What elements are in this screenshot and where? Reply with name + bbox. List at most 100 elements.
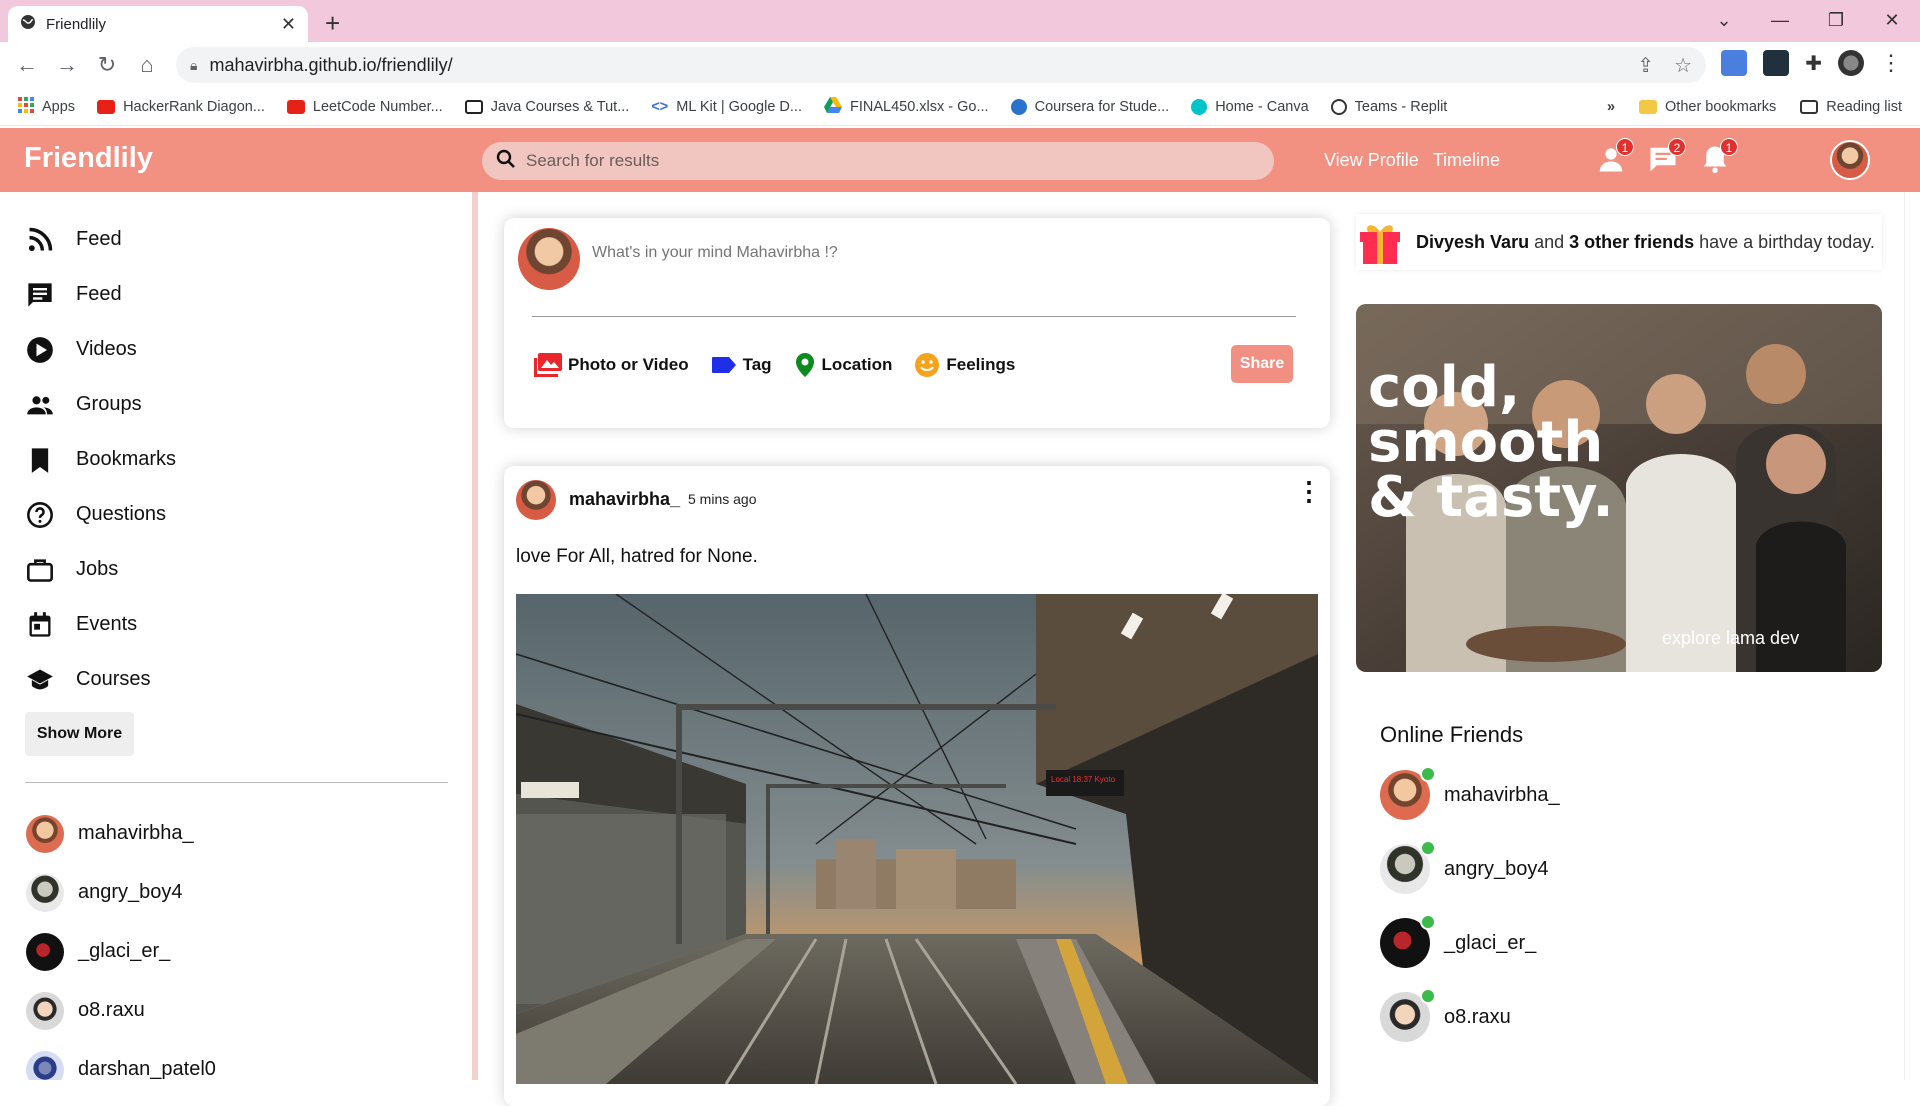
rss-icon	[28, 227, 53, 251]
forward-button[interactable]: →	[52, 50, 82, 80]
translate-extension-icon[interactable]	[1721, 50, 1748, 76]
friend-item[interactable]: darshan_patel0	[26, 1040, 216, 1080]
sidebar-item-feed[interactable]: Feed	[26, 212, 176, 267]
sidebar-item-label: Courses	[76, 668, 151, 690]
close-tab-icon[interactable]: ✕	[281, 14, 296, 35]
share-options: Photo or Video Tag Location Feelings	[534, 352, 1015, 378]
sidebar-item-courses[interactable]: Courses	[26, 652, 176, 707]
bookmark-hackerrank[interactable]: HackerRank Diagon...	[97, 99, 265, 115]
tag-option[interactable]: Tag	[711, 355, 772, 375]
online-friend-item[interactable]: _glaci_er_	[1380, 906, 1560, 980]
bookmark-canva[interactable]: Home - Canva	[1191, 98, 1309, 115]
avatar	[26, 1050, 64, 1080]
sidebar-item-chats[interactable]: Feed	[26, 267, 176, 322]
replit-icon	[1330, 98, 1347, 115]
react-devtools-icon[interactable]	[1763, 50, 1790, 76]
bookmark-apps[interactable]: Apps	[18, 96, 76, 117]
sidebar-item-label: Jobs	[76, 558, 119, 580]
location-option[interactable]: Location	[794, 352, 892, 378]
sidebar-item-events[interactable]: Events	[26, 597, 176, 652]
bookmark-coursera[interactable]: Coursera for Stude...	[1010, 98, 1169, 115]
post-image[interactable]: Local 18:37 Kyoto	[516, 594, 1318, 1084]
profile-avatar-icon[interactable]	[1838, 50, 1864, 76]
avatar	[518, 228, 580, 290]
more-vert-icon[interactable]: ⋮	[1296, 478, 1322, 504]
share-divider	[532, 316, 1296, 317]
online-friends-title: Online Friends	[1380, 722, 1524, 747]
bookmark-replit[interactable]: Teams - Replit	[1330, 98, 1448, 115]
bookmark-java-courses[interactable]: Java Courses & Tut...	[464, 99, 629, 115]
reading-list-icon	[1800, 100, 1819, 114]
sidebar-item-bookmarks[interactable]: Bookmarks	[26, 432, 176, 487]
minimize-button[interactable]: —	[1752, 0, 1808, 42]
timeline-link[interactable]: Timeline	[1433, 150, 1500, 171]
more-bookmarks-chevron[interactable]: »	[1607, 99, 1615, 115]
bookmark-leetcode[interactable]: LeetCode Number...	[286, 99, 443, 115]
show-more-button[interactable]: Show More	[25, 712, 134, 756]
friend-name: _glaci_er_	[1444, 931, 1537, 954]
bookmark-ml-kit[interactable]: <> ML Kit | Google D...	[651, 99, 802, 115]
share-input[interactable]	[592, 244, 1232, 262]
friend-item[interactable]: o8.raxu	[26, 981, 216, 1040]
bookmark-star-icon[interactable]: ☆	[1674, 53, 1692, 78]
home-button[interactable]: ⌂	[132, 50, 162, 80]
messages-button[interactable]: 2	[1648, 138, 1686, 174]
extensions-area: ✚ ⋮	[1721, 50, 1902, 76]
sidebar-divider	[25, 782, 448, 783]
tab-search-icon[interactable]: ⌄	[1696, 0, 1752, 42]
new-tab-button[interactable]: +	[325, 8, 340, 39]
window-controls: ⌄ — ❐ ✕	[1696, 0, 1920, 42]
browser-tab[interactable]: Friendlily ✕	[8, 6, 308, 42]
notifications-button[interactable]: 1	[1700, 138, 1738, 174]
ad-banner[interactable]: cold, smooth & tasty. explore lama dev	[1356, 304, 1882, 672]
search-icon	[496, 149, 516, 174]
maximize-button[interactable]: ❐	[1808, 0, 1864, 42]
friend-item[interactable]: mahavirbha_	[26, 804, 216, 863]
photo-video-option[interactable]: Photo or Video	[534, 353, 689, 377]
sidebar-scrollbar[interactable]	[472, 192, 478, 1080]
avatar	[26, 814, 64, 853]
close-window-button[interactable]: ✕	[1864, 0, 1920, 42]
birthday-name[interactable]: Divyesh Varu	[1416, 232, 1529, 252]
friend-item[interactable]: angry_boy4	[26, 863, 216, 922]
sidebar-item-groups[interactable]: Groups	[26, 377, 176, 432]
friend-item[interactable]: _glaci_er_	[26, 922, 216, 981]
share-button[interactable]: Share	[1231, 345, 1293, 383]
app-topbar: Friendlily View Profile Timeline 1 2 1	[0, 128, 1920, 192]
share-page-icon[interactable]: ⇪	[1637, 53, 1654, 78]
bookmark-final450[interactable]: FINAL450.xlsx - Go...	[823, 96, 989, 117]
reading-list[interactable]: Reading list	[1800, 99, 1902, 115]
coursera-icon	[1010, 98, 1027, 115]
apps-grid-icon	[18, 96, 34, 117]
friend-requests-button[interactable]: 1	[1596, 138, 1634, 174]
help-circle-icon	[27, 501, 53, 528]
profile-avatar[interactable]	[1830, 140, 1870, 180]
feelings-option[interactable]: Feelings	[914, 352, 1015, 378]
online-friend-item[interactable]: o8.raxu	[1380, 980, 1560, 1054]
bookmark-label: Apps	[42, 98, 76, 115]
chat-icon	[28, 282, 52, 307]
avatar[interactable]	[516, 480, 556, 520]
menu-kebab-icon[interactable]: ⋮	[1880, 50, 1902, 76]
online-friend-item[interactable]: angry_boy4	[1380, 832, 1560, 906]
bookmark-label: Teams - Replit	[1354, 98, 1448, 115]
reload-button[interactable]: ↻	[92, 50, 122, 80]
page-scrollbar[interactable]	[1904, 192, 1920, 1080]
train-station-photo: Local 18:37 Kyoto	[516, 594, 1318, 1084]
back-button[interactable]: ←	[12, 50, 42, 80]
sidebar-item-videos[interactable]: Videos	[26, 322, 176, 377]
search-input[interactable]	[526, 151, 1226, 171]
omnibox[interactable]: 🔒︎ mahavirbha.github.io/friendlily/ ⇪ ☆	[176, 47, 1706, 83]
post-username[interactable]: mahavirbha_	[569, 489, 680, 510]
view-profile-link[interactable]: View Profile	[1324, 150, 1419, 171]
sidebar-item-jobs[interactable]: Jobs	[26, 542, 176, 597]
other-bookmarks[interactable]: Other bookmarks	[1639, 99, 1776, 115]
birthday-others[interactable]: 3 other friends	[1569, 232, 1694, 252]
avatar	[1380, 840, 1436, 894]
app-logo[interactable]: Friendlily	[24, 142, 153, 175]
online-friend-item[interactable]: mahavirbha_	[1380, 758, 1560, 832]
puzzle-extensions-icon[interactable]: ✚	[1805, 51, 1822, 76]
birthday-banner: Divyesh Varu and 3 other friends have a …	[1356, 214, 1882, 270]
sidebar-item-questions[interactable]: Questions	[26, 487, 176, 542]
avatar	[26, 932, 64, 971]
